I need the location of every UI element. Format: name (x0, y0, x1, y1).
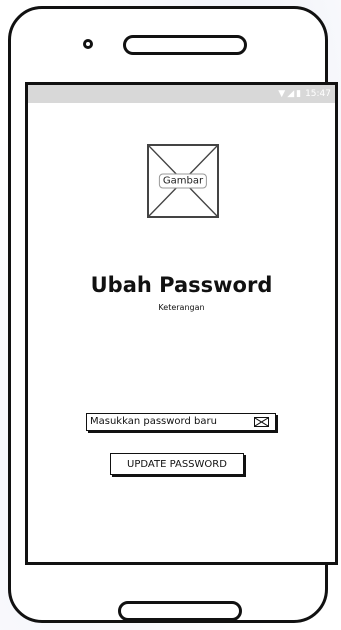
new-password-placeholder: Masukkan password baru (90, 416, 217, 427)
image-placeholder-label: Gambar (158, 173, 208, 189)
speaker-grille (123, 35, 247, 55)
app-screen: ▼ ◢ ▮ 15:47 Gambar Ubah Password Keteran… (25, 82, 338, 565)
status-time: 15:47 (305, 89, 331, 99)
signal-icon: ◢ (287, 88, 295, 99)
new-password-input[interactable]: Masukkan password baru (86, 413, 276, 431)
wifi-icon: ▼ (278, 88, 286, 99)
image-placeholder: Gambar (147, 144, 219, 218)
status-bar: ▼ ◢ ▮ 15:47 (28, 85, 335, 103)
camera-icon (83, 39, 93, 49)
battery-icon: ▮ (296, 88, 302, 99)
update-password-button[interactable]: UPDATE PASSWORD (110, 453, 244, 475)
page-subtitle: Keterangan (158, 303, 205, 312)
mail-icon (254, 417, 269, 427)
page-title: Ubah Password (90, 273, 273, 297)
home-button[interactable] (118, 601, 242, 621)
